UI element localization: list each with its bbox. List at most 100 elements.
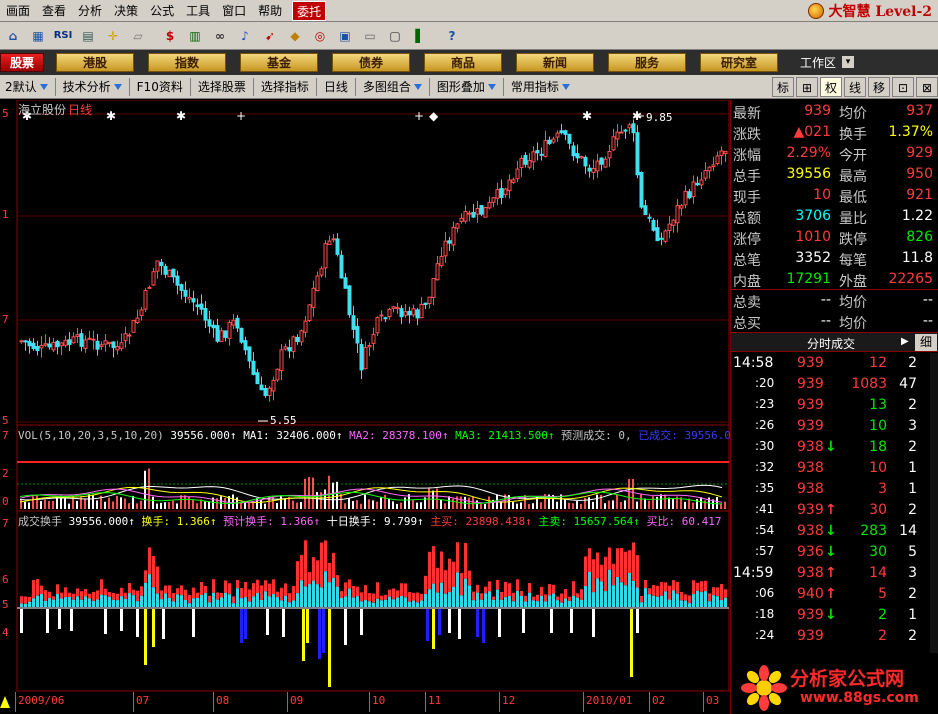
menu-item[interactable]: 帮助 [252, 1, 288, 21]
dropdown-arrow-icon[interactable] [113, 83, 122, 90]
volume-bar [84, 498, 86, 509]
dollar-icon[interactable]: $ [159, 25, 181, 47]
module-button[interactable]: 港股 [56, 53, 134, 72]
kline-chart[interactable]: ✱ ✱ ✱ + + ◆ ✱ ✱ [0, 100, 730, 714]
turnover-buy-bar [220, 593, 223, 598]
ticks-header[interactable]: 分时成交 ▶ 细 [731, 332, 938, 352]
turnover-lower-bar [46, 609, 49, 633]
menu-item[interactable]: 公式 [144, 1, 180, 21]
turnover-lower-bar [318, 609, 321, 659]
menu-item[interactable]: 查看 [36, 1, 72, 21]
module-button[interactable]: 债券 [332, 53, 410, 72]
turnover-buy-bar [528, 583, 531, 593]
ring-icon[interactable]: ◎ [309, 25, 331, 47]
volume-bar [300, 502, 302, 509]
module-button[interactable]: 服务 [608, 53, 686, 72]
module-button[interactable]: 基金 [240, 53, 318, 72]
chart-option-tab[interactable]: 线 [844, 77, 866, 97]
help-icon[interactable]: ? [441, 25, 463, 47]
chart-icon[interactable]: ▌ [409, 25, 431, 47]
chart-option-tab[interactable]: 移 [868, 77, 890, 97]
date-tick-label: 10 [372, 694, 386, 707]
turnover-lower-bar [482, 609, 485, 643]
turnover-sell-bar [80, 599, 83, 607]
dropdown-arrow-icon[interactable] [487, 83, 496, 90]
module-button[interactable]: 股票 [0, 53, 44, 72]
menu-entrust-button[interactable]: 委托 [292, 0, 327, 21]
analysis-tab[interactable]: 日线 [319, 78, 353, 95]
analysis-tab[interactable]: 多图组合 [358, 78, 427, 95]
dropdown-arrow-icon[interactable] [39, 83, 48, 90]
scroll-marker-icon[interactable] [0, 696, 10, 708]
turnover-lower-bar [448, 609, 451, 633]
turnover-sell-bar [172, 601, 175, 607]
workarea-dropdown-icon[interactable]: ▾ [842, 56, 854, 68]
tick-count: 3 [908, 565, 917, 581]
turnover-sell-bar [168, 597, 171, 607]
note-icon[interactable]: ▭ [359, 25, 381, 47]
dropdown-arrow-icon[interactable] [413, 83, 422, 90]
event-marker-icon: ✱ [582, 109, 592, 123]
bars-icon[interactable]: ▥ [184, 25, 206, 47]
volume-bar [96, 500, 98, 509]
volume-bar [40, 501, 42, 509]
quote-label: 最高 [839, 169, 867, 185]
binoculars-icon[interactable]: ∞ [209, 25, 231, 47]
candle-body [423, 302, 428, 306]
analysis-tab[interactable]: F10资料 [132, 78, 188, 95]
module-button[interactable]: 指数 [148, 53, 226, 72]
turnover-sell-bar [40, 593, 43, 607]
candle-body [371, 333, 376, 344]
chart-option-tab[interactable]: 权 [820, 77, 842, 97]
menu-item[interactable]: 画面 [0, 1, 36, 21]
dropdown-arrow-icon[interactable] [561, 83, 570, 90]
analysis-tab[interactable]: 选择股票 [193, 78, 251, 95]
analysis-tab[interactable]: 2默认 [0, 78, 53, 95]
chart-option-tab[interactable]: ⊡ [892, 77, 914, 97]
turnover-buy-bar [440, 551, 443, 583]
analysis-tab[interactable]: 技术分析 [58, 78, 127, 95]
analysis-tab[interactable]: 选择指标 [256, 78, 314, 95]
volume-bar [108, 497, 110, 509]
menu-item[interactable]: 窗口 [216, 1, 252, 21]
menu-item[interactable]: 分析 [72, 1, 108, 21]
home-icon[interactable]: ⌂ [2, 25, 24, 47]
candle-body [523, 154, 528, 165]
candle-body [95, 340, 100, 350]
crosshair-icon[interactable]: ✛ [102, 25, 124, 47]
bell-icon[interactable]: ♪ [234, 25, 256, 47]
menu-item[interactable]: 工具 [180, 1, 216, 21]
menu-item[interactable]: 决策 [108, 1, 144, 21]
kline-chart-panel[interactable]: ✱ ✱ ✱ + + ◆ ✱ ✱ 海立股份 日线 9.85 5.55 5 1 7 5 VOL(5… [0, 100, 755, 714]
window-icon[interactable]: ▢ [384, 25, 406, 47]
separator [428, 77, 430, 96]
chart-option-tab[interactable]: ⊠ [916, 77, 938, 97]
module-button[interactable]: 研究室 [700, 53, 778, 72]
tick-volume: 10 [869, 460, 887, 476]
ticks-detail-tab[interactable]: 细 [915, 334, 937, 351]
candle-body [655, 227, 660, 242]
chart-option-tab[interactable]: 标 [772, 77, 794, 97]
arrow-icon[interactable]: ➹ [259, 25, 281, 47]
volume-bar [232, 494, 234, 509]
rsi-icon[interactable]: RSI [52, 25, 74, 47]
book-icon[interactable]: ▣ [334, 25, 356, 47]
turnover-sell-bar [692, 594, 695, 607]
module-button[interactable]: 新闻 [516, 53, 594, 72]
module-button[interactable]: 商品 [424, 53, 502, 72]
table-icon[interactable]: ▤ [77, 25, 99, 47]
grid-icon[interactable]: ▦ [27, 25, 49, 47]
volume-bar [716, 496, 718, 509]
diamond-icon[interactable]: ◆ [284, 25, 306, 47]
analysis-tab[interactable]: 图形叠加 [432, 78, 501, 95]
ticks-play-icon[interactable]: ▶ [901, 336, 909, 347]
ticks-scrollbar[interactable] [930, 353, 938, 653]
volume-bar [264, 503, 266, 509]
turnover-buy-bar [136, 590, 139, 602]
turnover-sell-bar [484, 593, 487, 607]
ruler-icon[interactable]: ▱ [127, 25, 149, 47]
chart-option-tab[interactable]: ⊞ [796, 77, 818, 97]
workarea-label[interactable]: 工作区 [800, 54, 836, 71]
analysis-tab[interactable]: 常用指标 [506, 78, 575, 95]
tick-volume: 10 [869, 418, 887, 434]
